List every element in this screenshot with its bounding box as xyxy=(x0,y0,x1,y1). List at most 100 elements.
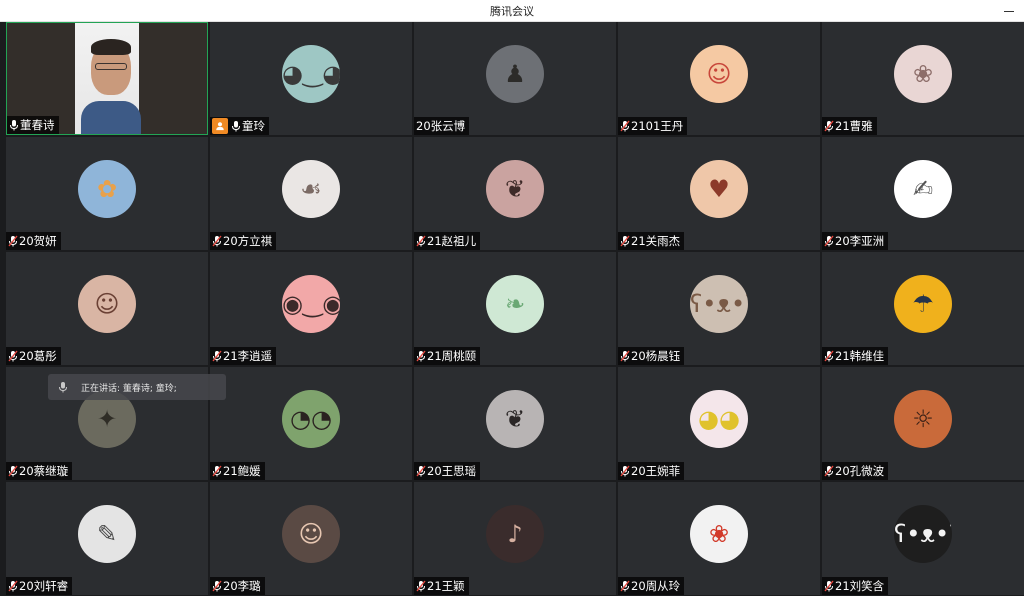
participant-tile[interactable]: ♥ 21关雨杰 xyxy=(618,137,820,250)
participant-name: 20方立祺 xyxy=(223,234,273,248)
participant-name: 20孔微波 xyxy=(835,464,885,478)
avatar-glyph: ✿ xyxy=(96,174,118,203)
participant-tile[interactable]: ❦ 20王思瑶 xyxy=(414,367,616,480)
participant-tile[interactable]: ❀ 21曹雅 xyxy=(822,22,1024,135)
participant-tile[interactable]: ◕‿◕ 童玲 xyxy=(210,22,412,135)
participant-name-tag: 20张云博 xyxy=(414,117,470,135)
girl-photo-icon: ☺ xyxy=(78,274,136,333)
participant-tile[interactable]: ☺ 20李璐 xyxy=(210,482,412,595)
participant-name-tag: 21关雨杰 xyxy=(618,232,685,250)
participant-tile[interactable]: ʕ•ᴥ•ʔ 20杨晨钰 xyxy=(618,252,820,365)
participant-tile[interactable]: ❧ 21周桃颐 xyxy=(414,252,616,365)
participant-name-tag: 20杨晨钰 xyxy=(618,347,685,365)
participant-name: 21周桃颐 xyxy=(427,349,477,363)
participant-name: 20李亚洲 xyxy=(835,234,885,248)
participant-name: 20张云博 xyxy=(416,119,466,133)
muted-microphone-icon xyxy=(416,350,426,362)
speaking-text: 正在讲话: 董春诗; 童玲; xyxy=(81,383,177,394)
muted-microphone-icon xyxy=(824,350,834,362)
participant-name-tag: 20方立祺 xyxy=(210,232,277,250)
muted-microphone-icon xyxy=(212,465,222,477)
anime-girl-icon: ❀ xyxy=(894,44,952,103)
participant-name-tag: 21周桃颐 xyxy=(414,347,481,365)
participant-name-tag: 20贺妍 xyxy=(6,232,61,250)
title-bar: 腾讯会议 xyxy=(0,0,1024,22)
participant-tile[interactable]: ☺ 20葛彤 xyxy=(6,252,208,365)
participant-name: 20王思瑶 xyxy=(427,464,477,478)
muted-microphone-icon xyxy=(824,465,834,477)
participant-name: 20杨晨钰 xyxy=(631,349,681,363)
pomeranian-dog-icon: ✿ xyxy=(78,159,136,218)
little-mermaid-icon: ❀ xyxy=(690,504,748,563)
host-icon xyxy=(212,118,228,134)
participant-tile[interactable]: 董春诗 xyxy=(6,22,208,135)
muted-microphone-icon xyxy=(824,235,834,247)
participant-name: 21王颖 xyxy=(427,579,465,593)
microphone-icon xyxy=(10,120,18,131)
participant-tile[interactable]: ☺ 2101王丹 xyxy=(618,22,820,135)
participant-tile[interactable]: ✍ 20李亚洲 xyxy=(822,137,1024,250)
participant-tile[interactable]: ♪ 21王颖 xyxy=(414,482,616,595)
avatar-glyph: ☼ xyxy=(912,404,934,433)
participant-tile[interactable]: ✎ 20刘轩睿 xyxy=(6,482,208,595)
white-alpaca-icon: ʕ•ᴥ•ʔ xyxy=(894,504,952,563)
muted-microphone-icon xyxy=(620,120,630,132)
participant-name-tag: 童玲 xyxy=(210,117,269,135)
muted-microphone-icon xyxy=(620,465,630,477)
muted-microphone-icon xyxy=(416,465,426,477)
sketch-figure-icon: ✎ xyxy=(78,504,136,563)
avatar-glyph: ♥ xyxy=(708,174,730,203)
girl-singing-icon: ♪ xyxy=(486,504,544,563)
avatar-glyph: ❦ xyxy=(504,404,526,433)
participant-name-tag: 20李亚洲 xyxy=(822,232,889,250)
participant-tile[interactable]: ❀ 20周从玲 xyxy=(618,482,820,595)
participant-tile[interactable]: ♟ 20张云博 xyxy=(414,22,616,135)
participant-name: 20周从玲 xyxy=(631,579,681,593)
muted-microphone-icon xyxy=(620,235,630,247)
avatar-glyph: ʕ•ᴥ•ʔ xyxy=(894,519,952,548)
muted-microphone-icon xyxy=(8,465,18,477)
participant-tile[interactable]: ◕◕ 20王婉菲 xyxy=(618,367,820,480)
participant-name-tag: 21韩维佳 xyxy=(822,347,889,365)
participant-name: 20葛彤 xyxy=(19,349,57,363)
avatar-glyph: ʕ•ᴥ•ʔ xyxy=(690,289,748,318)
heart-cookie-icon: ♥ xyxy=(690,159,748,218)
cartoon-girl-glasses-icon: ◕‿◕ xyxy=(282,44,340,103)
minimize-button[interactable] xyxy=(998,0,1020,22)
patrick-star-icon: ◉‿◉ xyxy=(282,274,340,333)
girl-photo-icon: ❦ xyxy=(486,389,544,448)
muted-microphone-icon xyxy=(212,580,222,592)
participant-tile[interactable]: ✿ 20贺妍 xyxy=(6,137,208,250)
participant-tile[interactable]: ◔◔ 21鲍媛 xyxy=(210,367,412,480)
participant-name-tag: 21鲍媛 xyxy=(210,462,265,480)
avatar-glyph: ◔◔ xyxy=(290,404,332,433)
participant-tile[interactable]: ʕ•ᴥ•ʔ 21刘笑含 xyxy=(822,482,1024,595)
avatar-glyph: ☺ xyxy=(706,59,732,88)
participant-tile[interactable]: ☂ 21韩维佳 xyxy=(822,252,1024,365)
participant-name-tag: 21赵祖儿 xyxy=(414,232,481,250)
participant-tile[interactable]: ☼ 20孔微波 xyxy=(822,367,1024,480)
participant-tile[interactable]: ❦ 21赵祖儿 xyxy=(414,137,616,250)
muted-microphone-icon xyxy=(620,580,630,592)
avatar-glyph: ☺ xyxy=(94,289,120,318)
participant-name-tag: 20王婉菲 xyxy=(618,462,685,480)
participant-name-tag: 21曹雅 xyxy=(822,117,877,135)
girl-photo-icon: ❦ xyxy=(486,159,544,218)
avatar-glyph: ❀ xyxy=(708,519,730,548)
participant-tile[interactable]: ◉‿◉ 21李逍遥 xyxy=(210,252,412,365)
participant-name-tag: 20蔡继璇 xyxy=(6,462,73,480)
participant-name-tag: 20孔微波 xyxy=(822,462,889,480)
cartoon-hat-girl-icon: ☂ xyxy=(894,274,952,333)
avatar-glyph: ◕◕ xyxy=(698,404,740,433)
avatar-glyph: ♟ xyxy=(504,59,526,88)
participant-name-tag: 21刘笑含 xyxy=(822,577,889,595)
participant-name-tag: 21李逍遥 xyxy=(210,347,277,365)
avatar-glyph: ❧ xyxy=(504,289,526,318)
muted-microphone-icon xyxy=(416,235,426,247)
participant-name: 董春诗 xyxy=(20,118,55,132)
participant-tile[interactable]: ☙ 20方立祺 xyxy=(210,137,412,250)
microphone-icon xyxy=(232,121,240,132)
participant-name-tag: 董春诗 xyxy=(7,116,59,134)
girl-sunglasses-icon: ◔◔ xyxy=(282,389,340,448)
avatar-glyph: ☂ xyxy=(912,289,934,318)
